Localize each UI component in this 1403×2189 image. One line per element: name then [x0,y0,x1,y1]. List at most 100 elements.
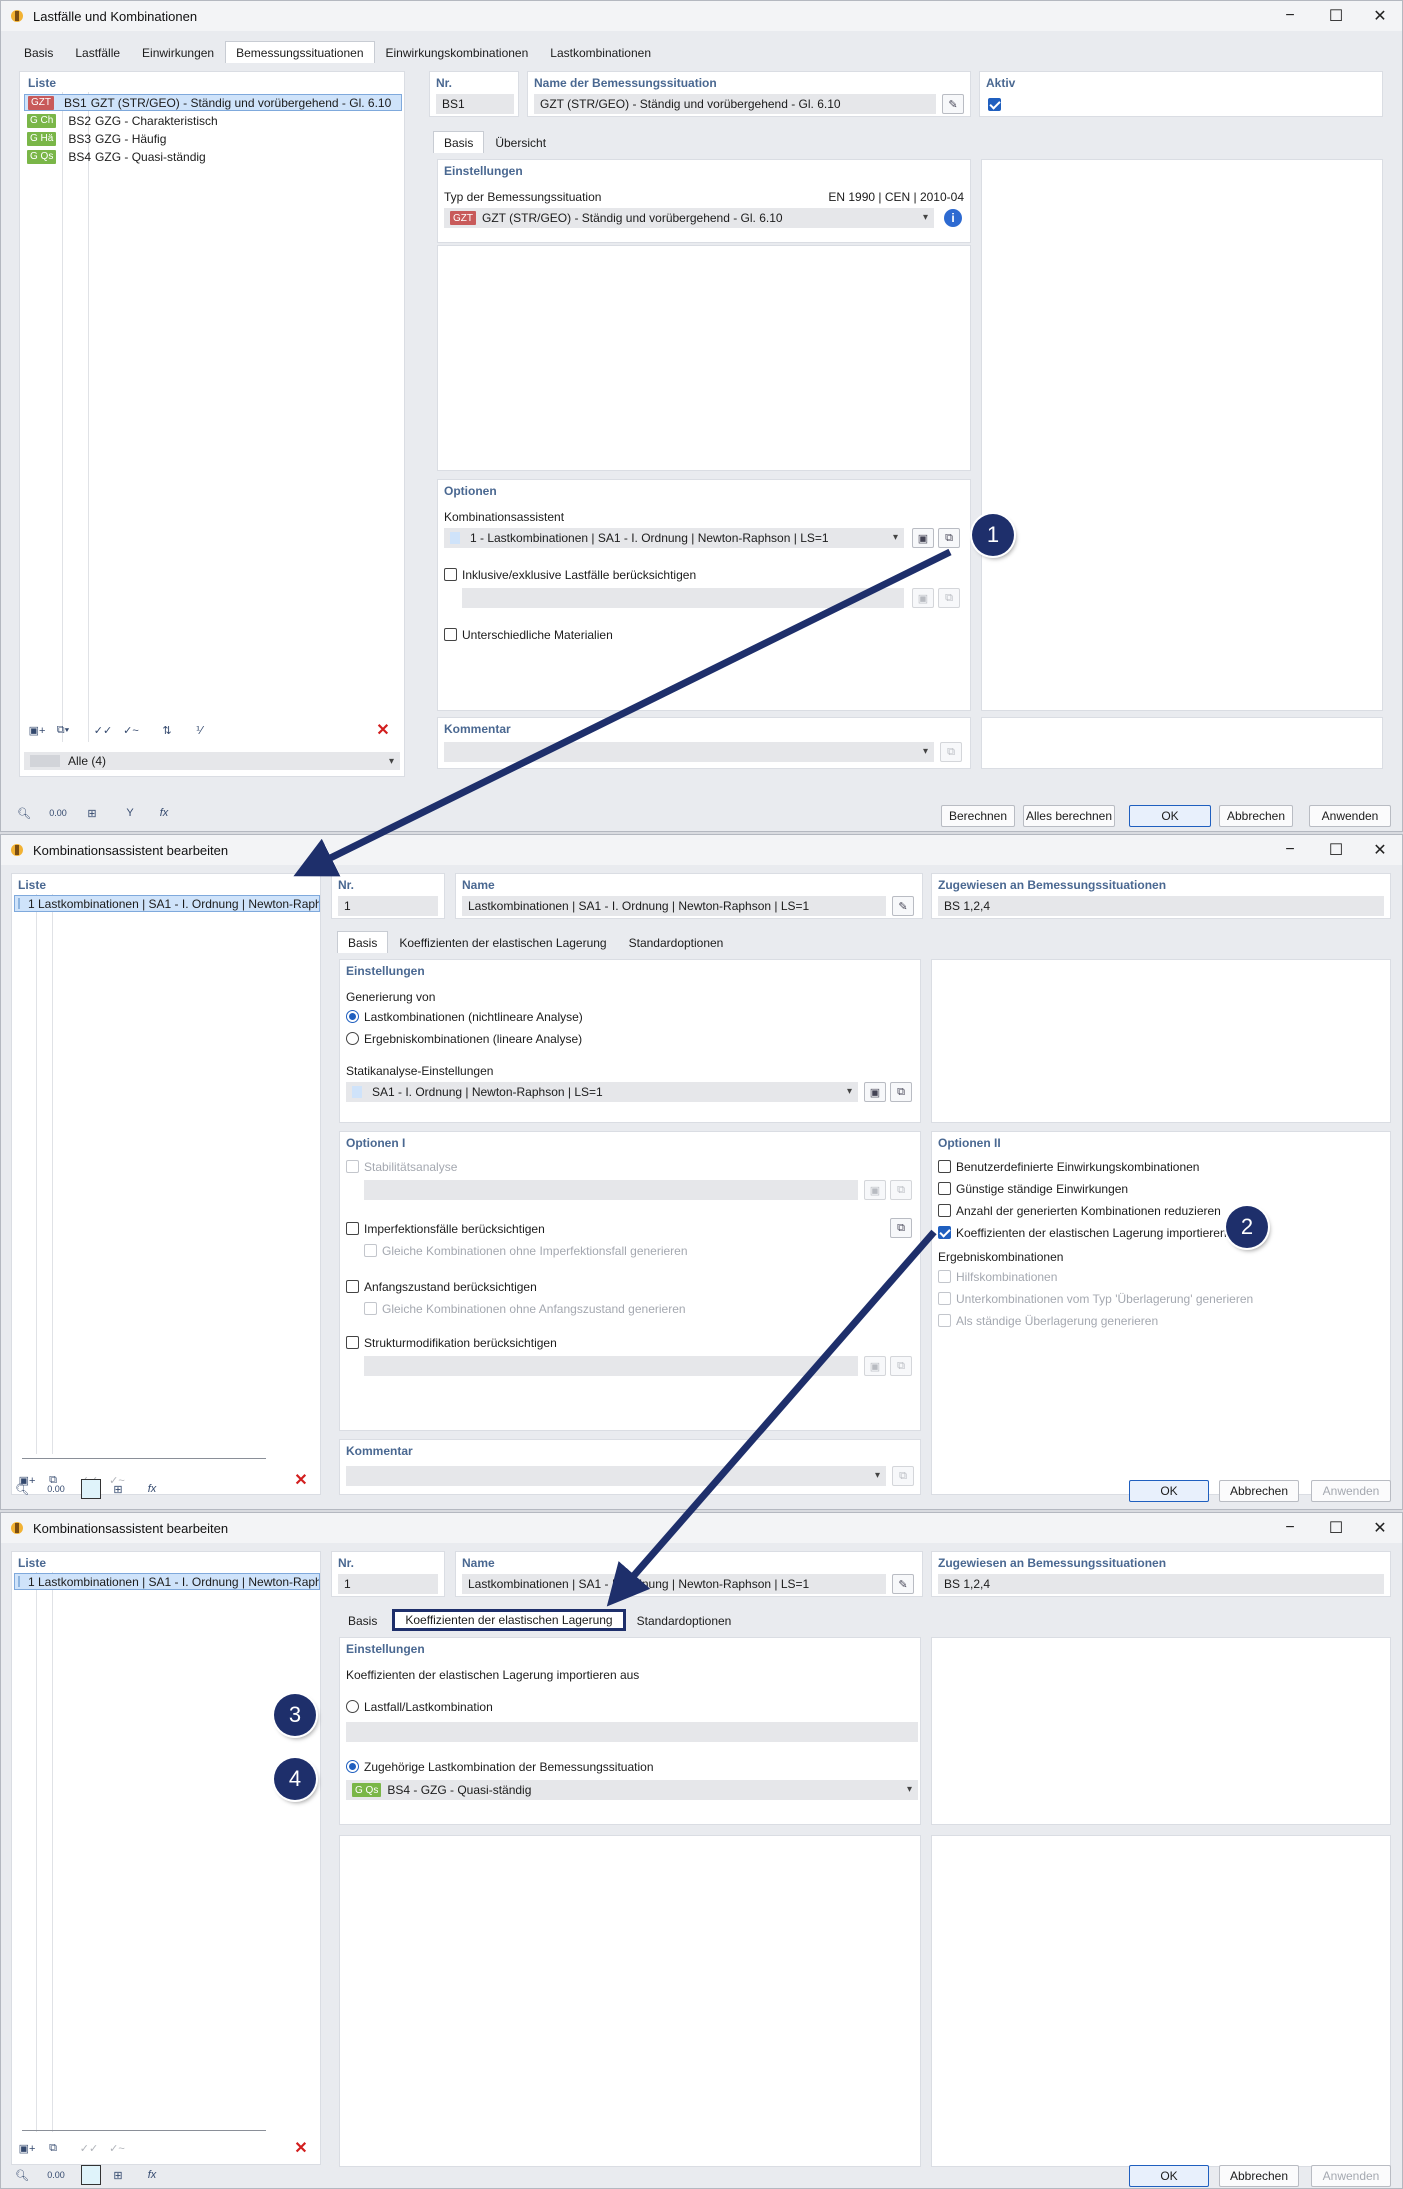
abbrechen-button[interactable]: Abbrechen [1219,805,1293,827]
inkl-checkbox[interactable] [444,568,457,581]
edit-icon[interactable]: ⧉ [890,1082,912,1102]
edit-kombi-icon[interactable]: ⧉ [938,528,960,548]
check-alt-icon[interactable]: ✓~ [120,720,142,740]
benutzerdefiniert-checkbox[interactable] [938,1160,951,1173]
aktiv-checkbox[interactable] [988,98,1001,111]
tab-einwirkungen[interactable]: Einwirkungen [131,43,225,63]
maximize-button[interactable]: ☐ [1313,835,1359,865]
tab-bemessungssituationen[interactable]: Bemessungssituationen [225,41,375,63]
lastfall-radio[interactable] [346,1700,359,1713]
typ-select[interactable]: GZT GZT (STR/GEO) - Ständig und vorüberg… [444,208,934,228]
koeffizienten-checkbox[interactable] [938,1226,951,1239]
name-field[interactable]: Lastkombinationen | SA1 - I. Ordnung | N… [462,1574,886,1594]
formula-icon[interactable]: fx [141,1479,163,1499]
table-icon[interactable]: ⊞ [107,1479,129,1499]
edit-name-icon[interactable]: ✎ [942,94,964,114]
table-icon[interactable]: ⊞ [81,803,103,823]
anfangszustand-checbox[interactable] [346,1280,359,1293]
list-item[interactable]: G Qs BS4 GZG - Quasi-ständig [24,148,402,165]
renumber-icon[interactable]: ⇅ [156,720,178,740]
list-item[interactable]: 1 Lastkombinationen | SA1 - I. Ordnung |… [14,895,320,912]
copy-icon[interactable]: ⧉▾ [52,720,74,740]
minimize-button[interactable]: − [1267,1513,1313,1543]
ok-button[interactable]: OK [1129,1480,1209,1502]
anwenden-button[interactable]: Anwenden [1311,1480,1391,1502]
units-icon[interactable]: 0.00 [47,803,69,823]
edit-icon[interactable]: ⧉ [890,1218,912,1238]
list-item[interactable]: 1 Lastkombinationen | SA1 - I. Ordnung |… [14,1573,320,1590]
tab-lastfaelle[interactable]: Lastfälle [64,43,131,63]
search-icon[interactable]: 🔍︎ [11,2165,33,2185]
minimize-button[interactable]: − [1267,1,1313,31]
nr-field[interactable]: 1 [338,1574,438,1594]
tab-basis[interactable]: Basis [337,1611,388,1631]
maximize-button[interactable]: ☐ [1313,1513,1359,1543]
delete-icon[interactable]: ✕ [372,720,394,740]
nr-field[interactable]: 1 [338,896,438,916]
tab-uebersicht[interactable]: Übersicht [484,133,557,153]
reduzieren-checkbox[interactable] [938,1204,951,1217]
abbrechen-button[interactable]: Abbrechen [1219,2165,1299,2187]
imperfektion-checkbox[interactable] [346,1222,359,1235]
tab-koeffizienten[interactable]: Koeffizienten der elastischen Lagerung [388,933,617,953]
search-icon[interactable]: 🔍︎ [11,1479,33,1499]
new-icon[interactable]: ▣+ [26,720,48,740]
alles-berechnen-button[interactable]: Alles berechnen [1023,805,1115,827]
units-icon[interactable]: 0.00 [45,2165,67,2185]
gen-lastkombinationen-radio[interactable] [346,1010,359,1023]
tab-standardoptionen[interactable]: Standardoptionen [626,1611,743,1631]
tab-basis[interactable]: Basis [337,931,389,953]
filter-icon[interactable]: Y [119,803,141,823]
comment-field[interactable]: ▾ [444,742,934,762]
list-item[interactable]: G Hä BS3 GZG - Häufig [24,130,402,147]
comment-field[interactable]: ▾ [346,1466,886,1486]
edit-name-icon[interactable]: ✎ [892,896,914,916]
zugehoerige-radio[interactable] [346,1760,359,1773]
table-icon[interactable]: ⊞ [107,2165,129,2185]
color-icon[interactable] [81,2165,101,2185]
tab-koeffizienten[interactable]: Koeffizienten der elastischen Lagerung [392,1609,626,1631]
tab-basis[interactable]: Basis [13,43,64,63]
tab-basis[interactable]: Basis [433,131,485,153]
new-kombi-icon[interactable]: ▣ [912,528,934,548]
tab-einwirkungskombinationen[interactable]: Einwirkungskombinationen [375,43,540,63]
name-field[interactable]: GZT (STR/GEO) - Ständig und vorübergehen… [534,94,936,114]
formula-icon[interactable]: fx [153,803,175,823]
materialien-checkbox[interactable] [444,628,457,641]
close-button[interactable]: ✕ [1357,835,1403,865]
delete-icon[interactable]: ✕ [290,1470,312,1490]
gen-ergebniskombinationen-radio[interactable] [346,1032,359,1045]
ok-button[interactable]: OK [1129,805,1211,827]
list-item[interactable]: G Ch BS2 GZG - Charakteristisch [24,112,402,129]
sort-icon[interactable]: ⅟ [188,720,210,740]
edit-name-icon[interactable]: ✎ [892,1574,914,1594]
statik-select[interactable]: SA1 - I. Ordnung | Newton-Raphson | LS=1… [346,1082,858,1102]
abbrechen-button[interactable]: Abbrechen [1219,1480,1299,1502]
filter-select[interactable]: Alle (4) ▾ [24,752,400,770]
copy-icon[interactable]: ⧉ [42,2138,64,2158]
name-field[interactable]: Lastkombinationen | SA1 - I. Ordnung | N… [462,896,886,916]
zugewiesen-field[interactable]: BS 1,2,4 [938,1574,1384,1594]
new-icon[interactable]: ▣+ [16,2138,38,2158]
tab-standardoptionen[interactable]: Standardoptionen [618,933,735,953]
units-icon[interactable]: 0.00 [45,1479,67,1499]
nr-field[interactable]: BS1 [436,94,514,114]
zugewiesen-field[interactable]: BS 1,2,4 [938,896,1384,916]
new-icon[interactable]: ▣ [864,1082,886,1102]
close-button[interactable]: ✕ [1357,1513,1403,1543]
delete-icon[interactable]: ✕ [290,2138,312,2158]
kombi-select[interactable]: 1 - Lastkombinationen | SA1 - I. Ordnung… [444,528,904,548]
copy-icon[interactable]: ⧉ [892,1466,914,1486]
ok-button[interactable]: OK [1129,2165,1209,2187]
strukturmodifikation-checkbox[interactable] [346,1336,359,1349]
anwenden-button[interactable]: Anwenden [1311,2165,1391,2187]
maximize-button[interactable]: ☐ [1313,1,1359,31]
check-icon[interactable]: ✓✓ [92,720,114,740]
minimize-button[interactable]: − [1267,835,1313,865]
formula-icon[interactable]: fx [141,2165,163,2185]
info-icon[interactable]: i [944,209,962,227]
bs-select[interactable]: G Qs BS4 - GZG - Quasi-ständig ▾ [346,1780,918,1800]
search-icon[interactable]: 🔍︎ [13,803,35,823]
guenstige-checkbox[interactable] [938,1182,951,1195]
berechnen-button[interactable]: Berechnen [941,805,1015,827]
